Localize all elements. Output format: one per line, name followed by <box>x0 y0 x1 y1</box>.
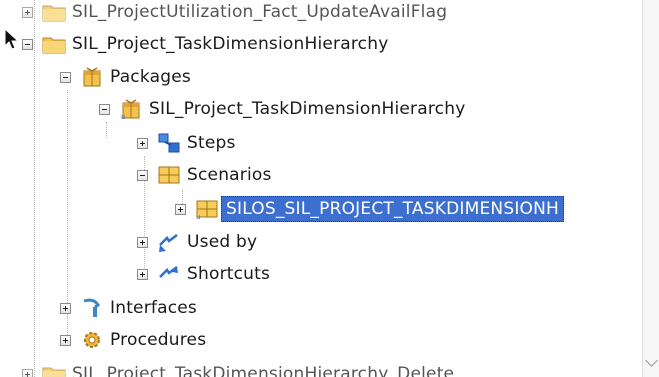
svg-text:u: u <box>121 113 125 120</box>
tree-guide-line <box>106 122 107 138</box>
selected-item-label: SILOS_SIL_PROJECT_TASKDIMENSIONH <box>221 196 565 222</box>
expand-toggle[interactable] <box>137 137 148 149</box>
package-icon <box>80 66 104 88</box>
tree-item-label: SIL_Project_TaskDimensionHierarchy_Delet… <box>72 364 455 377</box>
project-tree: SIL_ProjectUtilization_Fact_UpdateAvailF… <box>0 0 643 377</box>
procedure-icon <box>80 329 104 351</box>
steps-icon <box>157 132 181 154</box>
interface-icon <box>80 297 104 319</box>
expand-toggle[interactable] <box>60 302 71 314</box>
scenario-icon: u <box>195 198 219 220</box>
tree-item-label: Interfaces <box>110 298 197 318</box>
folder-icon <box>42 33 66 55</box>
scenario-icon <box>157 164 181 186</box>
tree-item-scenario-selected[interactable]: u SILOS_SIL_PROJECT_TASKDIMENSIONH <box>175 194 565 224</box>
collapse-toggle[interactable] <box>22 38 33 50</box>
tree-item-interfaces[interactable]: Interfaces <box>60 293 197 323</box>
tree-item-packages[interactable]: Packages <box>60 62 191 92</box>
tree-item-scenarios[interactable]: Scenarios <box>137 160 272 190</box>
tree-item-folder[interactable]: SIL_Project_TaskDimensionHierarchy <box>22 29 388 59</box>
tree-item-shortcuts[interactable]: Shortcuts <box>137 259 270 289</box>
expand-toggle[interactable] <box>137 236 148 248</box>
tree-item-label: SIL_ProjectUtilization_Fact_UpdateAvailF… <box>72 2 448 22</box>
scroll-down-icon[interactable] <box>645 354 658 367</box>
tree-item-folder[interactable]: SIL_ProjectUtilization_Fact_UpdateAvailF… <box>22 0 447 27</box>
mouse-cursor-icon <box>4 28 20 50</box>
folder-icon <box>42 1 66 23</box>
tree-item-label: Procedures <box>110 330 207 350</box>
tree-item-label: Scenarios <box>187 165 272 185</box>
tree-item-label: Packages <box>110 67 191 87</box>
shortcut-icon <box>157 263 181 285</box>
collapse-toggle[interactable] <box>99 103 110 115</box>
tree-item-label: SIL_Project_TaskDimensionHierarchy <box>72 34 389 54</box>
expand-toggle[interactable] <box>22 6 33 18</box>
folder-icon <box>42 363 66 377</box>
svg-text:u: u <box>196 213 200 220</box>
expand-toggle[interactable] <box>22 368 33 377</box>
tree-item-label: Shortcuts <box>187 264 271 284</box>
tree-item-label: Used by <box>187 232 258 252</box>
collapse-toggle[interactable] <box>137 169 148 181</box>
expand-toggle[interactable] <box>137 268 148 280</box>
tree-item-label: SIL_Project_TaskDimensionHierarchy <box>149 99 466 119</box>
tree-item-steps[interactable]: Steps <box>137 128 236 158</box>
collapse-toggle[interactable] <box>60 71 71 83</box>
tree-item-label: Steps <box>187 133 236 153</box>
tree-item-procedures[interactable]: Procedures <box>60 325 206 355</box>
used-by-icon <box>157 231 181 253</box>
tree-item-folder[interactable]: SIL_Project_TaskDimensionHierarchy_Delet… <box>22 359 454 377</box>
expand-toggle[interactable] <box>175 203 186 215</box>
package-icon: u <box>119 98 143 120</box>
tree-item-package[interactable]: u SIL_Project_TaskDimensionHierarchy <box>99 94 465 124</box>
expand-toggle[interactable] <box>60 334 71 346</box>
tree-item-used-by[interactable]: Used by <box>137 227 257 257</box>
vertical-scrollbar[interactable] <box>642 0 659 377</box>
